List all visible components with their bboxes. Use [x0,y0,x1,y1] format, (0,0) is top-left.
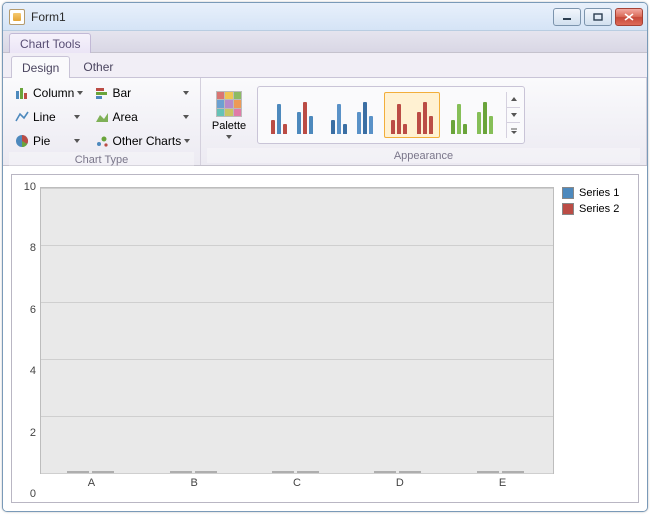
chevron-down-icon [183,91,189,95]
y-tick-label: 10 [24,181,36,193]
legend-swatch [562,203,574,215]
chevron-down-icon [183,115,189,119]
chart-type-bar-button[interactable]: Bar [89,82,195,104]
chart-type-column-button[interactable]: Column [9,82,85,104]
legend-item[interactable]: Series 2 [562,203,630,215]
other-charts-icon [94,133,110,149]
gallery-item[interactable] [324,92,380,138]
bar[interactable] [502,471,524,473]
gallery-scroll-down[interactable] [507,108,520,124]
style-gallery [257,86,525,144]
bar-group [477,471,524,473]
bar[interactable] [297,471,319,473]
y-axis: 0246810 [16,187,40,494]
chart-type-pie-button[interactable]: Pie [9,130,85,152]
bar[interactable] [272,471,294,473]
minimize-button[interactable] [553,8,581,26]
bar-group [170,471,217,473]
x-tick-label: A [88,477,95,489]
chart-type-other-button[interactable]: Other Charts [89,130,195,152]
bar[interactable] [399,471,421,473]
bar-group [374,471,421,473]
y-tick-label: 0 [30,488,36,500]
bar-group [272,471,319,473]
maximize-button[interactable] [584,8,612,26]
legend-item[interactable]: Series 1 [562,187,630,199]
area-chart-icon [94,109,110,125]
chevron-down-icon [226,135,232,139]
y-tick-label: 8 [30,242,36,254]
bar[interactable] [195,471,217,473]
close-button[interactable] [615,8,643,26]
legend-label: Series 2 [579,203,619,215]
x-axis: A B C D E [40,474,554,494]
app-icon [9,9,25,25]
x-tick-label: B [191,477,198,489]
content-area: 0 2 4 6 8 10 A B C D E Series 1 Series 2 [3,166,647,511]
y-tick-label: 2 [30,427,36,439]
palette-button[interactable]: Palette [207,84,251,146]
chart[interactable]: 0 2 4 6 8 10 A B C D E Series 1 Series 2 [11,174,639,503]
bar[interactable] [477,471,499,473]
bar[interactable] [92,471,114,473]
chart-type-area-button[interactable]: Area [89,106,195,128]
tab-other[interactable]: Other [72,55,124,77]
ribbon-context-area: Chart Tools [3,31,647,53]
gallery-expand[interactable] [507,123,520,138]
plot-area [40,187,554,474]
gridline [41,359,553,360]
bar-group [67,471,114,473]
gridline [41,416,553,417]
y-tick-label: 4 [30,365,36,377]
gallery-scroll-up[interactable] [507,92,520,108]
chevron-down-icon [74,115,80,119]
tab-design[interactable]: Design [11,56,70,78]
bar[interactable] [170,471,192,473]
ribbon-group-appearance: Palette Appearance [201,78,647,165]
x-tick-label: E [499,477,506,489]
bar[interactable] [67,471,89,473]
pie-chart-icon [14,133,30,149]
ribbon-group-label: Chart Type [9,152,194,167]
gridline [41,188,553,189]
gridline [41,245,553,246]
y-tick-label: 6 [30,304,36,316]
ribbon: Chart Tools Design Other Column [3,31,647,166]
line-chart-icon [14,109,30,125]
ribbon-group-label: Appearance [207,148,640,163]
bar-chart-icon [94,85,110,101]
gallery-scroll [506,92,520,138]
palette-icon [216,91,242,117]
ribbon-context-title: Chart Tools [9,33,91,53]
chevron-down-icon [184,139,190,143]
chevron-down-icon [77,91,83,95]
legend: Series 1 Series 2 [554,187,630,494]
bar[interactable] [374,471,396,473]
legend-label: Series 1 [579,187,619,199]
chart-type-line-button[interactable]: Line [9,106,85,128]
chevron-down-icon [74,139,80,143]
gallery-item[interactable] [444,92,500,138]
ribbon-group-chart-type: Column Bar [3,78,201,165]
column-chart-icon [14,85,30,101]
app-window: Form1 Chart Tools Design Other [2,2,648,512]
titlebar: Form1 [3,3,647,31]
gridline [41,302,553,303]
gallery-item[interactable] [264,92,320,138]
gallery-item[interactable] [384,92,440,138]
ribbon-tabs: Design Other [3,53,647,77]
x-tick-label: D [396,477,404,489]
window-title: Form1 [31,10,553,24]
x-tick-label: C [293,477,301,489]
legend-swatch [562,187,574,199]
